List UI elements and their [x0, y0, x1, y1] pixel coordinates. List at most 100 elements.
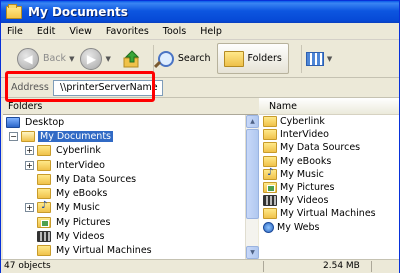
folder-icon	[223, 50, 244, 67]
file-item-label: My Videos	[280, 195, 329, 207]
back-button[interactable]: ◀ Back ▼	[17, 47, 74, 70]
tree-item-my-music[interactable]: + My Music	[3, 200, 245, 215]
tree-item-my-data-sources[interactable]: My Data Sources	[3, 172, 245, 186]
file-list-pane: Name Cyberlink InterVideo My Data Source…	[259, 98, 399, 259]
music-folder-icon	[263, 167, 277, 180]
tree-item-label: My Videos	[56, 231, 105, 243]
search-button[interactable]: Search	[157, 50, 211, 67]
forward-arrow-icon: ▶	[80, 47, 103, 70]
file-item-my-music[interactable]: My Music	[263, 167, 399, 181]
tree-item-label: Desktop	[25, 116, 65, 128]
toolbar-separator	[152, 44, 154, 73]
scrollbar-thumb[interactable]	[246, 129, 259, 219]
pictures-folder-icon	[37, 216, 51, 228]
file-item-label: Cyberlink	[280, 116, 325, 128]
folder-icon	[37, 145, 51, 157]
search-icon	[157, 50, 174, 67]
file-item-my-pictures[interactable]: My Pictures	[263, 181, 399, 194]
tree-item-my-documents[interactable]: − My Documents	[3, 129, 245, 143]
title-bar[interactable]: My Documents	[1, 1, 399, 23]
column-header-name[interactable]: Name	[259, 98, 399, 115]
up-folder-button[interactable]	[121, 48, 143, 70]
music-folder-icon	[37, 200, 51, 214]
tree-item-label: My Documents	[38, 130, 114, 142]
videos-folder-icon	[37, 231, 51, 243]
folder-icon	[263, 129, 277, 141]
file-item-cyberlink[interactable]: Cyberlink	[263, 115, 399, 128]
status-divider	[263, 261, 264, 272]
window-title: My Documents	[28, 5, 128, 19]
tree-item-desktop[interactable]: Desktop	[3, 115, 245, 129]
tree-item-label: My eBooks	[56, 188, 108, 200]
folder-icon	[37, 245, 51, 257]
chevron-down-icon[interactable]: ▼	[69, 55, 74, 63]
menu-favorites[interactable]: Favorites	[106, 26, 149, 37]
tree-item-my-pictures[interactable]: My Pictures	[3, 215, 245, 229]
menu-edit[interactable]: Edit	[37, 26, 55, 37]
menu-file[interactable]: File	[7, 26, 23, 37]
folders-pane: Folders Desktop − My Documents + Cyberli…	[3, 98, 259, 259]
address-highlight-box	[5, 71, 155, 102]
file-item-label: My eBooks	[280, 155, 332, 167]
status-divider	[371, 261, 372, 272]
tree-item-my-ebooks[interactable]: My eBooks	[3, 186, 245, 200]
file-item-label: My Virtual Machines	[280, 208, 376, 220]
file-item-my-videos[interactable]: My Videos	[263, 194, 399, 207]
chevron-down-icon[interactable]: ▼	[105, 55, 110, 63]
up-arrow-icon	[123, 49, 140, 67]
tree-item-intervideo[interactable]: + InterVideo	[3, 158, 245, 172]
views-icon	[305, 51, 324, 66]
expand-icon[interactable]: +	[25, 203, 34, 213]
file-item-label: InterVideo	[280, 129, 329, 141]
tree-item-label: Cyberlink	[56, 145, 101, 157]
folder-icon	[263, 116, 277, 128]
file-item-my-ebooks[interactable]: My eBooks	[263, 155, 399, 168]
folder-icon	[37, 188, 51, 200]
file-list: Cyberlink InterVideo My Data Sources My …	[259, 115, 399, 259]
file-item-intervideo[interactable]: InterVideo	[263, 128, 399, 141]
scroll-up-icon[interactable]: ▲	[246, 115, 259, 128]
my-documents-icon	[21, 130, 35, 142]
menu-view[interactable]: View	[69, 26, 92, 37]
desktop-icon	[6, 116, 20, 128]
folder-icon	[263, 155, 277, 167]
file-item-label: My Data Sources	[280, 142, 361, 154]
folder-icon	[6, 3, 22, 19]
file-item-label: My Music	[280, 168, 324, 180]
folders-scrollbar[interactable]: ▲ ▼	[245, 115, 259, 259]
folder-icon	[37, 173, 51, 185]
folder-icon	[263, 142, 277, 154]
tree-item-cyberlink[interactable]: + Cyberlink	[3, 144, 245, 158]
explorer-window: My Documents File Edit View Favorites To…	[0, 0, 400, 273]
back-arrow-icon: ◀	[17, 47, 39, 70]
forward-button[interactable]: ▶ ▼	[80, 47, 111, 70]
folders-button[interactable]: Folders	[216, 43, 289, 74]
tree-item-my-virtual-machines[interactable]: My Virtual Machines	[3, 244, 245, 258]
folder-icon	[37, 159, 51, 171]
videos-folder-icon	[263, 195, 277, 207]
scroll-down-icon[interactable]: ▼	[246, 246, 259, 259]
folder-icon	[263, 208, 277, 220]
views-button[interactable]: ▼	[305, 51, 332, 66]
pictures-folder-icon	[263, 182, 277, 194]
menu-bar: File Edit View Favorites Tools Help	[1, 23, 399, 40]
menu-tools[interactable]: Tools	[163, 26, 186, 37]
expand-icon[interactable]: +	[25, 146, 34, 156]
search-label: Search	[177, 53, 211, 64]
file-item-my-virtual-machines[interactable]: My Virtual Machines	[263, 207, 399, 220]
file-item-my-data-sources[interactable]: My Data Sources	[263, 141, 399, 154]
collapse-icon[interactable]: −	[9, 131, 18, 141]
folders-label: Folders	[247, 53, 282, 64]
folder-tree: Desktop − My Documents + Cyberlink + Int…	[3, 115, 245, 259]
chevron-down-icon[interactable]: ▼	[327, 55, 332, 63]
menu-help[interactable]: Help	[200, 26, 222, 37]
back-label: Back	[43, 53, 67, 64]
tree-item-label: My Data Sources	[56, 173, 137, 185]
tree-item-my-videos[interactable]: My Videos	[3, 229, 245, 243]
tree-item-label: My Pictures	[56, 216, 111, 228]
file-item-label: My Webs	[277, 221, 320, 233]
expand-icon[interactable]: +	[25, 160, 34, 170]
object-count: 47 objects	[4, 261, 51, 271]
file-item-my-webs[interactable]: My Webs	[263, 221, 399, 234]
webs-folder-icon	[263, 221, 274, 233]
